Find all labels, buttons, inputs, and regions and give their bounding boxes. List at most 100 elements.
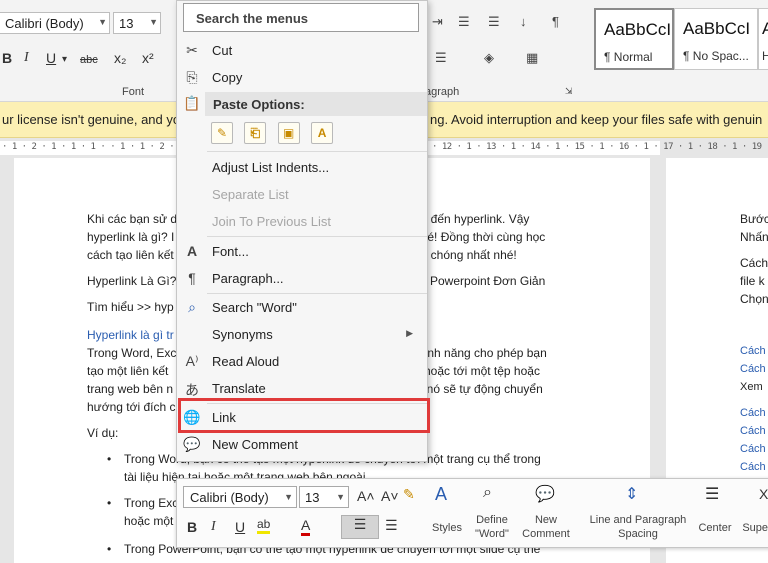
comment-icon: 💬 [183,436,201,452]
chevron-down-icon[interactable]: ▼ [149,17,158,27]
ruler-ticks: · 1 · 2 · 1 · 1 · 1 · · 1 · 1 · 2 · 1 · … [2,142,204,152]
menu-item-separate-list: Separate List [177,182,427,208]
menu-item-label: Read Aloud [212,354,280,369]
line-spacing-label: Line and Paragraph Spacing [589,514,687,540]
mini-bold-button[interactable]: B [187,519,197,535]
doc-line: cách tạo liên kết [87,248,174,262]
link-highlight-box [178,398,430,433]
center-align-icon[interactable]: ☰ [705,484,719,504]
chevron-down-icon[interactable]: ▼ [98,17,107,27]
menu-item-label: Translate [212,381,266,396]
paste-options-row: ✎ ⎗ ▣ A [211,122,341,148]
grow-font-icon[interactable]: A˄ [357,488,375,504]
doc-toc-link[interactable]: Cách [740,404,766,422]
font-group-label: Font [122,86,145,98]
borders-icon[interactable]: ▦ [526,50,538,66]
mini-toolbar: Calibri (Body) ▼ 13 ▼ A˄ A˅ ✎ A ⌕ 💬 ⇕ ☰ … [176,478,768,548]
menu-item-label: Synonyms [212,327,273,342]
increase-indent-icon[interactable]: ⇥ [432,14,443,30]
styles-icon[interactable]: A [435,484,447,505]
doc-line: hướng tới đích c [87,400,176,414]
doc-heading-link[interactable]: Hyperlink là gì tr [87,326,174,344]
menu-item-new-comment[interactable]: 💬 New Comment [177,432,427,458]
chevron-down-icon[interactable]: ▾ [62,54,67,65]
paste-keep-source-formatting-icon[interactable]: ✎ [211,122,233,144]
doc-line: file k [740,274,765,288]
read-aloud-icon: A⁾ [185,353,199,369]
doc-line: Hyperlink Là Gì? [87,274,177,288]
strikethrough-button[interactable]: abc [80,54,98,66]
line-spacing-dropdown-icon[interactable]: ☰ [435,50,447,66]
menu-item-synonyms[interactable]: Synonyms ▶ [177,322,427,348]
paste-text-only-icon[interactable]: A [311,122,334,144]
font-name-combobox[interactable]: Calibri (Body) ▼ [0,12,110,34]
doc-bullet-line: hoặc một [124,514,174,528]
superscript-icon[interactable]: X [759,486,768,502]
italic-button[interactable]: I [24,50,29,66]
line-spacing-icon[interactable]: ⇕ [625,484,638,504]
menu-item-font[interactable]: A Font... [177,239,427,265]
menu-item-read-aloud[interactable]: A⁾ Read Aloud [177,349,427,375]
highlight-color-icon[interactable]: ab [257,517,271,534]
banner-text: ur license isn't genuine, and yo [2,112,181,127]
doc-toc-link[interactable]: Cách [740,422,766,440]
superscript-button[interactable]: x² [142,50,154,66]
shrink-font-icon[interactable]: A˅ [381,488,399,504]
define-word-icon[interactable]: ⌕ [483,484,492,502]
subscript-button[interactable]: x₂ [114,50,126,66]
menu-separator [207,151,427,152]
numbering-button[interactable]: ☰ [385,517,398,534]
new-comment-icon[interactable]: 💬 [535,484,555,504]
underline-button[interactable]: U [46,50,56,66]
chevron-down-icon[interactable]: ▼ [284,492,293,502]
align-icon[interactable]: ☰ [458,14,470,30]
menu-item-adjust-list-indents[interactable]: Adjust List Indents... [177,155,427,181]
sort-icon[interactable]: ↓ [520,14,527,29]
style-sample: A [762,19,768,38]
pilcrow-icon[interactable]: ¶ [552,14,559,29]
menu-item-paragraph[interactable]: ¶ Paragraph... [177,266,427,292]
doc-line: Cách [740,256,768,270]
menu-item-search-word[interactable]: ⌕ Search "Word" [177,295,427,321]
bullets-button[interactable]: ☰ [341,515,379,539]
font-name-value: Calibri (Body) [5,16,84,31]
doc-toc-link[interactable]: Cách [740,342,766,360]
paste-picture-icon[interactable]: ▣ [277,122,300,144]
style-sample: AaBbCcI [683,19,751,38]
menu-item-copy[interactable]: ⎘ Copy [177,65,427,91]
paste-icon-cell: 📋 [177,91,207,117]
font-color-icon[interactable]: A [301,517,311,536]
doc-line: hyperlink là gì? I [87,230,175,244]
bold-button[interactable]: B [2,50,12,66]
font-size-combobox[interactable]: 13 ▼ [113,12,161,34]
style-heading[interactable]: A H [758,8,768,70]
style-no-spacing[interactable]: AaBbCcI ¶ No Spac... [674,8,758,70]
style-normal[interactable]: AaBbCcI ¶ Normal [594,8,674,70]
shading-icon[interactable]: ◈ [484,50,494,66]
mini-font-size-combobox[interactable]: 13 ▼ [299,486,349,508]
doc-line: Khi các bạn sử d [87,212,178,226]
doc-toc-link[interactable]: Cách [740,360,766,378]
menu-item-cut[interactable]: ✂ Cut [177,38,427,64]
style-name: H [762,49,768,63]
menu-item-label: Cut [212,43,233,58]
bullet-icon: • [107,542,112,556]
doc-toc-link[interactable]: Cách [740,440,766,458]
copy-icon: ⎘ [186,69,198,85]
mini-underline-button[interactable]: U [235,519,245,535]
mini-italic-button[interactable]: I [211,519,216,535]
search-menus-input[interactable]: Search the menus [183,3,419,32]
menu-item-label: New Comment [212,437,298,452]
chevron-down-icon[interactable]: ▼ [336,492,345,502]
mini-font-name-combobox[interactable]: Calibri (Body) ▼ [183,486,297,508]
line-spacing-icon[interactable]: ☰ [488,14,500,30]
doc-line: t tính năng cho phép bạn [414,346,547,360]
doc-toc-link[interactable]: Cách [740,458,766,476]
doc-line: ne đến hyperlink. Vậy [414,212,530,226]
paste-merge-formatting-icon[interactable]: ⎗ [244,122,267,144]
dialog-launcher-icon[interactable]: ⇲ [565,86,573,97]
doc-line: tạo một liên kết [87,364,169,378]
menu-item-label: Paragraph... [212,271,284,286]
clear-formatting-icon[interactable]: ✎ [403,486,415,503]
doc-line: Nhấn [740,230,768,244]
